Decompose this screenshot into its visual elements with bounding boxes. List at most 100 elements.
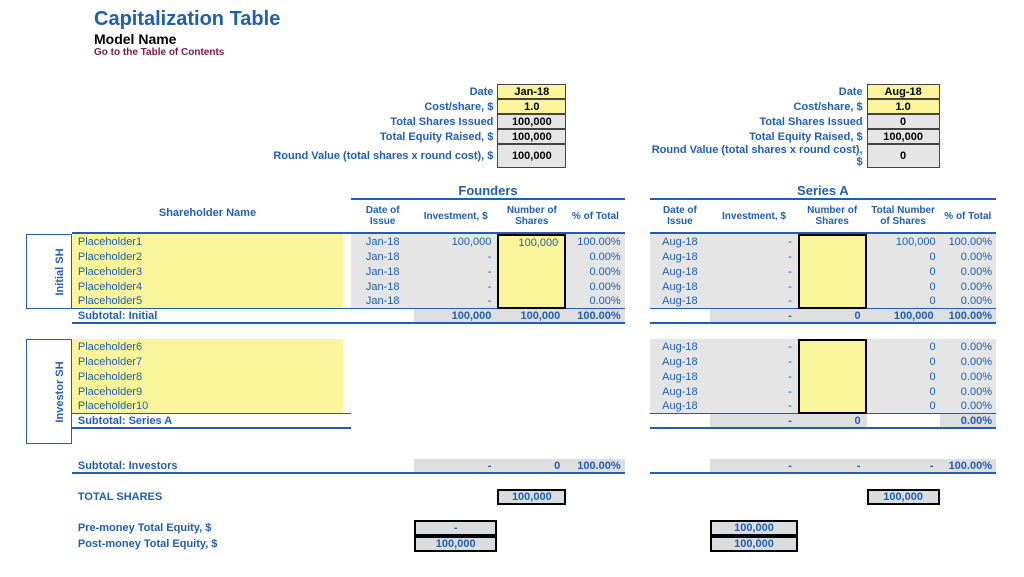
cell: - bbox=[414, 294, 497, 309]
cell: 100.00% bbox=[940, 459, 996, 474]
sh-name[interactable]: Placeholder4 bbox=[72, 279, 343, 294]
cell: - bbox=[710, 384, 798, 399]
sh-name[interactable]: Placeholder9 bbox=[72, 384, 343, 399]
cell: 0 bbox=[867, 384, 940, 399]
cell: 0.00% bbox=[940, 369, 996, 384]
subtotal-initial: Subtotal: Initial 100,000 100,000 100.00… bbox=[26, 309, 996, 324]
col-s-tot: Total Number of Shares bbox=[867, 200, 940, 234]
cell: Jan-18 bbox=[351, 279, 414, 294]
label-cost-f: Cost/share, $ bbox=[26, 99, 497, 114]
cell[interactable] bbox=[497, 264, 566, 279]
side-initial-l bbox=[26, 234, 49, 309]
cell: 0.00% bbox=[940, 384, 996, 399]
label: Pre-money Total Equity, $ bbox=[72, 520, 343, 536]
cell: 0 bbox=[798, 309, 867, 324]
cell: Jan-18 bbox=[351, 294, 414, 309]
cell: 0.00% bbox=[940, 264, 996, 279]
initial-row: Placeholder3 Jan-18 - 0.00% Aug-18 - 0 0… bbox=[26, 264, 996, 279]
cell: 100,000 bbox=[867, 234, 940, 249]
cell: 0 bbox=[867, 264, 940, 279]
col-s-inv: Investment, $ bbox=[710, 200, 798, 234]
cell: Aug-18 bbox=[650, 339, 710, 354]
cell: - bbox=[798, 459, 867, 474]
label-rv-s: Round Value (total shares x round cost),… bbox=[650, 144, 867, 168]
cell[interactable] bbox=[798, 234, 867, 249]
col-f-date: Date of Issue bbox=[351, 200, 414, 234]
cell[interactable] bbox=[798, 249, 867, 264]
cell: 0.00% bbox=[940, 414, 996, 429]
postmoney-row: Post-money Total Equity, $ 100,000 100,0… bbox=[26, 536, 996, 552]
label: Post-money Total Equity, $ bbox=[72, 536, 343, 552]
cell[interactable]: 100,000 bbox=[497, 234, 566, 249]
cell: 0 bbox=[798, 414, 867, 429]
cell: - bbox=[414, 279, 497, 294]
col-s-date: Date of Issue bbox=[650, 200, 710, 234]
cell: 100,000 bbox=[414, 309, 497, 324]
label-date-f: Date bbox=[26, 84, 497, 99]
toc-link[interactable]: Go to the Table of Contents bbox=[94, 47, 1012, 58]
seriesA-date[interactable]: Aug-18 bbox=[867, 84, 940, 99]
cell: 0 bbox=[867, 399, 940, 414]
side-investor: Investor SH bbox=[49, 339, 72, 444]
cell[interactable] bbox=[497, 294, 566, 309]
cell: 0.00% bbox=[940, 354, 996, 369]
investor-row: Placeholder7 Aug-18 - 0 0.00% bbox=[26, 354, 996, 369]
cell: Aug-18 bbox=[650, 264, 710, 279]
postmoney-s: 100,000 bbox=[710, 536, 798, 552]
cell: Aug-18 bbox=[650, 369, 710, 384]
sh-name[interactable]: Placeholder8 bbox=[72, 369, 343, 384]
cell[interactable] bbox=[798, 339, 867, 354]
cell: 100,000 bbox=[497, 309, 566, 324]
cell: - bbox=[710, 459, 798, 474]
cell: 100.00% bbox=[566, 234, 624, 249]
cell[interactable] bbox=[798, 369, 867, 384]
cell: - bbox=[710, 279, 798, 294]
sh-name[interactable]: Placeholder6 bbox=[72, 339, 343, 354]
cell[interactable] bbox=[798, 384, 867, 399]
label-tsi-s: Total Shares Issued bbox=[650, 114, 867, 129]
cell[interactable] bbox=[497, 279, 566, 294]
col-f-pct: % of Total bbox=[566, 200, 624, 234]
cell: 0 bbox=[867, 279, 940, 294]
seriesA-ter: 100,000 bbox=[867, 129, 940, 144]
cell[interactable] bbox=[798, 294, 867, 309]
label-date-s: Date bbox=[650, 84, 867, 99]
sh-name[interactable]: Placeholder2 bbox=[72, 249, 343, 264]
total-shares-row: TOTAL SHARES 100,000 100,000 bbox=[26, 489, 996, 505]
cell[interactable] bbox=[798, 264, 867, 279]
cell: - bbox=[414, 264, 497, 279]
seriesA-rv: 0 bbox=[867, 144, 940, 168]
cell[interactable] bbox=[798, 279, 867, 294]
founders-date[interactable]: Jan-18 bbox=[497, 84, 566, 99]
sh-name[interactable]: Placeholder1 bbox=[72, 234, 343, 249]
founders-header: Founders bbox=[351, 183, 624, 200]
col-shareholder: Shareholder Name bbox=[72, 200, 343, 234]
cell: - bbox=[414, 249, 497, 264]
cap-table: Date Jan-18 Date Aug-18 Cost/share, $ 1.… bbox=[26, 84, 996, 552]
cell: Aug-18 bbox=[650, 354, 710, 369]
cell: - bbox=[710, 294, 798, 309]
cell: 100,000 bbox=[414, 234, 497, 249]
sh-name[interactable]: Placeholder10 bbox=[72, 399, 343, 414]
cell: 0.00% bbox=[566, 264, 624, 279]
col-f-inv: Investment, $ bbox=[414, 200, 497, 234]
cell: Jan-18 bbox=[351, 249, 414, 264]
sh-name[interactable]: Placeholder7 bbox=[72, 354, 343, 369]
cell[interactable] bbox=[798, 399, 867, 414]
label-ter-s: Total Equity Raised, $ bbox=[650, 129, 867, 144]
label-tsi-f: Total Shares Issued bbox=[26, 114, 497, 129]
sh-name[interactable]: Placeholder3 bbox=[72, 264, 343, 279]
cell[interactable] bbox=[798, 354, 867, 369]
cell: Jan-18 bbox=[351, 264, 414, 279]
side-initial: Initial SH bbox=[49, 234, 72, 309]
sh-name[interactable]: Placeholder5 bbox=[72, 294, 343, 309]
premoney-f: - bbox=[414, 520, 497, 536]
cell[interactable] bbox=[497, 249, 566, 264]
cell: - bbox=[710, 414, 798, 429]
seriesA-cost[interactable]: 1.0 bbox=[867, 99, 940, 114]
founders-ter: 100,000 bbox=[497, 129, 566, 144]
cell: - bbox=[710, 369, 798, 384]
cell: Jan-18 bbox=[351, 234, 414, 249]
cell: - bbox=[710, 339, 798, 354]
founders-cost[interactable]: 1.0 bbox=[497, 99, 566, 114]
